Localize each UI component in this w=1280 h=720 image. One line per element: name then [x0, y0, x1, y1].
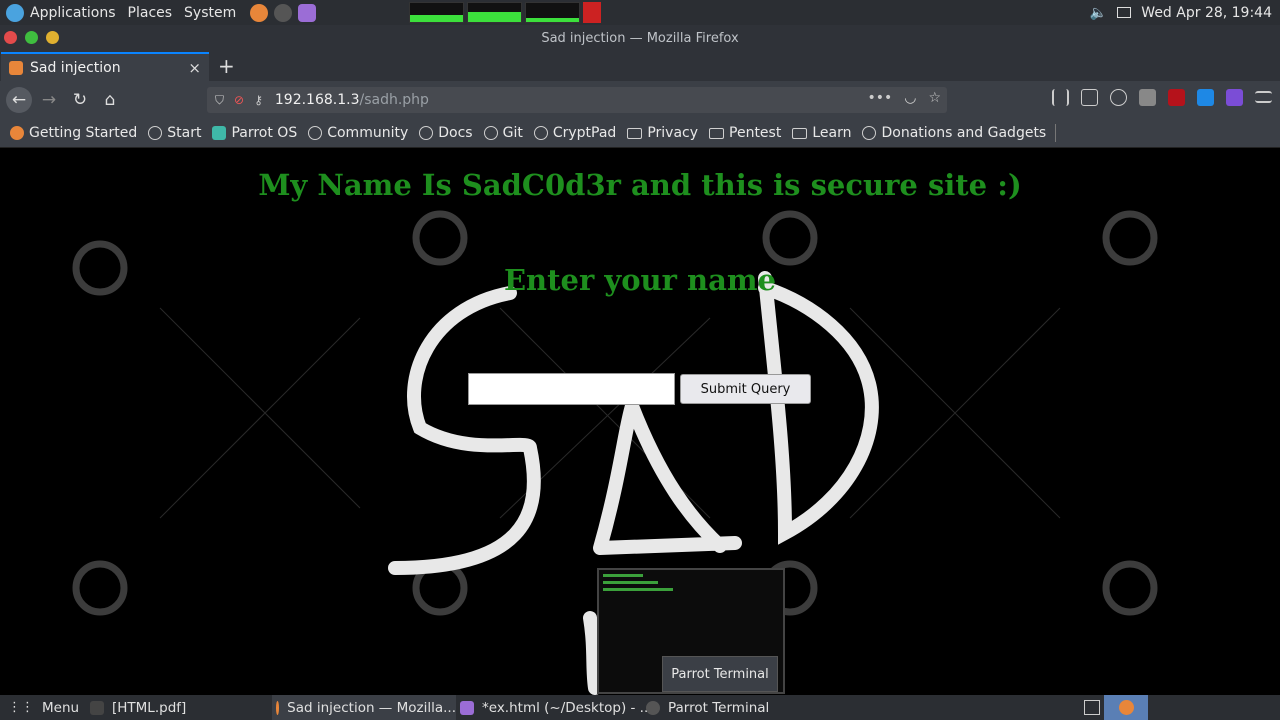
tab-title: Sad injection	[30, 59, 121, 76]
s-extension-icon[interactable]	[1197, 89, 1214, 106]
window-title: Sad injection — Mozilla Firefox	[541, 30, 739, 46]
text-editor-icon	[460, 700, 474, 715]
bookmark-pentest[interactable]: Pentest	[709, 125, 781, 141]
reload-button[interactable]: ↻	[69, 89, 91, 111]
name-input[interactable]	[468, 373, 675, 405]
bookmark-parrot-os[interactable]: Parrot OS	[212, 125, 297, 141]
url-bar[interactable]: ⛉ ⊘ ⚷ 192.168.1.3/sadh.php ••• ◡ ☆	[207, 87, 947, 113]
shield-icon[interactable]: ⛉	[215, 93, 224, 108]
bookmark-docs[interactable]: Docs	[419, 125, 473, 141]
maximize-window-button[interactable]	[25, 31, 38, 44]
forward-button[interactable]: →	[38, 89, 60, 111]
taskbar-item-editor[interactable]: *ex.html (~/Desktop) - ...	[460, 695, 653, 720]
parrot-icon	[212, 126, 227, 140]
workspace-firefox-button[interactable]	[1104, 695, 1148, 720]
network-graph	[525, 2, 581, 23]
bookmark-getting-started[interactable]: Getting Started	[10, 125, 137, 141]
cpu-graph	[409, 2, 465, 23]
taskbar-item-firefox[interactable]: Sad injection — Mozilla...	[272, 695, 456, 720]
extension-icon[interactable]	[1139, 89, 1156, 106]
firefox-icon	[276, 700, 280, 715]
screen-icon[interactable]	[1117, 7, 1132, 18]
globe-icon	[483, 126, 498, 140]
parrot-logo-icon[interactable]	[6, 3, 24, 22]
submit-query-button[interactable]: Submit Query	[680, 374, 811, 404]
bookmarks-toolbar: Getting Started Start Parrot OS Community Do…	[0, 119, 1280, 148]
bookmark-donations-and-gadgets[interactable]: Donations and Gadgets	[862, 125, 1046, 141]
globe-icon	[308, 126, 323, 140]
system-monitor[interactable]	[406, 2, 602, 23]
bookmark-git[interactable]: Git	[483, 125, 523, 141]
bookmark-start[interactable]: Start	[148, 125, 201, 141]
menu-hamburger-icon[interactable]	[1255, 91, 1272, 103]
close-window-button[interactable]	[4, 31, 17, 44]
applications-menu[interactable]: Applications	[24, 0, 122, 25]
terminal-icon	[646, 700, 660, 715]
bookmark-learn[interactable]: Learn	[792, 125, 851, 141]
key-icon[interactable]: ⚷	[254, 93, 263, 108]
bookmark-privacy[interactable]: Privacy	[627, 125, 698, 141]
document-icon	[90, 700, 104, 715]
firefox-launcher-icon[interactable]	[250, 3, 269, 22]
account-icon[interactable]	[1110, 89, 1127, 106]
taskbar-item-terminal[interactable]: Parrot Terminal	[646, 695, 769, 720]
taskbar-menu-button[interactable]: ⋮⋮ Menu	[8, 695, 79, 720]
name-prompt: Enter your name	[503, 263, 777, 297]
folder-icon	[627, 127, 643, 139]
grid-icon: ⋮⋮	[8, 700, 34, 715]
globe-icon	[419, 126, 434, 140]
minimize-window-button[interactable]	[46, 31, 59, 44]
bookmark-community[interactable]: Community	[308, 125, 408, 141]
tab-sad-injection[interactable]: Sad injection ×	[1, 52, 209, 81]
top-panel: Applications Places System 🔈 Wed Apr 28,…	[0, 0, 1280, 25]
page-content: My Name Is SadC0d3r and this is secure s…	[0, 148, 1280, 695]
firefox-icon	[10, 126, 24, 140]
record-icon[interactable]	[583, 2, 602, 23]
volume-icon[interactable]: 🔈	[1090, 5, 1107, 21]
back-button[interactable]: ←	[6, 87, 32, 113]
page-heading: My Name Is SadC0d3r and this is secure s…	[258, 168, 1022, 202]
tab-strip: Sad injection × +	[0, 51, 1280, 81]
folder-icon	[709, 127, 725, 139]
insecure-lock-icon[interactable]: ⊘	[234, 93, 244, 108]
home-button[interactable]: ⌂	[99, 89, 121, 111]
navigation-toolbar: ← → ↻ ⌂ ⛉ ⊘ ⚷ 192.168.1.3/sadh.php ••• ◡…	[0, 81, 1280, 119]
window-titlebar: Sad injection — Mozilla Firefox	[0, 25, 1280, 51]
globe-icon	[148, 126, 163, 140]
page-actions-icon[interactable]: •••	[867, 90, 892, 106]
text-editor-launcher-icon[interactable]	[298, 3, 317, 22]
sidebar-icon[interactable]	[1081, 89, 1098, 106]
url-text[interactable]: 192.168.1.3/sadh.php	[275, 92, 429, 108]
new-tab-button[interactable]: +	[218, 54, 235, 78]
bookmark-separator	[1055, 124, 1057, 142]
globe-icon	[862, 126, 877, 140]
taskbar-tooltip: Parrot Terminal	[662, 656, 778, 692]
clock[interactable]: Wed Apr 28, 19:44	[1141, 5, 1272, 21]
screenshot-tool-icon[interactable]	[1084, 700, 1100, 715]
wappalyzer-icon[interactable]	[1226, 89, 1243, 106]
bookmark-cryptpad[interactable]: CryptPad	[533, 125, 616, 141]
folder-icon	[792, 127, 808, 139]
terminal-launcher-icon[interactable]	[274, 3, 293, 22]
bookmark-star-icon[interactable]: ☆	[928, 90, 941, 106]
library-icon[interactable]	[1052, 89, 1069, 106]
taskbar: ⋮⋮ Menu [HTML.pdf] Sad injection — Mozil…	[0, 695, 1280, 720]
ublock-icon[interactable]	[1168, 89, 1185, 106]
firefox-icon	[1118, 700, 1134, 715]
close-tab-icon[interactable]: ×	[188, 59, 201, 77]
taskbar-item-pdf[interactable]: [HTML.pdf]	[90, 695, 186, 720]
pocket-icon[interactable]: ◡	[904, 90, 916, 106]
xampp-icon	[9, 60, 23, 75]
globe-icon	[533, 126, 548, 140]
system-menu[interactable]: System	[178, 0, 242, 25]
places-menu[interactable]: Places	[122, 0, 179, 25]
memory-graph	[467, 2, 523, 23]
